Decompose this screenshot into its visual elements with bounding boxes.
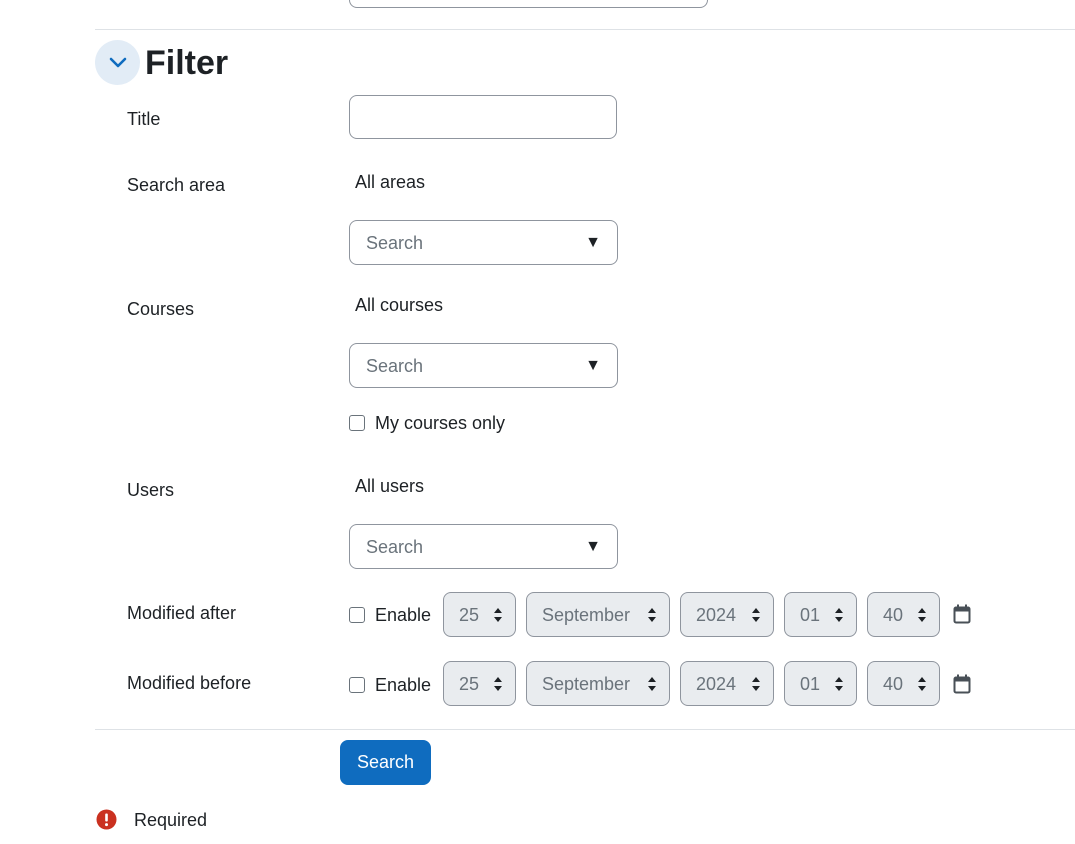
title-input[interactable] (349, 95, 617, 139)
modified-after-label: Modified after (127, 603, 237, 623)
users-label: Users (127, 480, 175, 500)
modified-before-day-select[interactable]: 25 (443, 661, 516, 706)
modified-after-month-select[interactable]: September (526, 592, 670, 637)
modified-before-month-select[interactable]: September (526, 661, 670, 706)
sort-caret-icon (752, 677, 760, 691)
modified-before-year-select[interactable]: 2024 (680, 661, 774, 706)
minute-value: 40 (883, 674, 904, 694)
divider (95, 729, 1075, 730)
courses-selection: All courses (355, 295, 444, 315)
sort-caret-icon (648, 608, 656, 622)
month-value: September (542, 605, 631, 625)
chevron-down-icon (109, 57, 126, 67)
users-select[interactable]: Search ▼ (349, 524, 618, 569)
title-label: Title (127, 109, 161, 129)
minute-value: 40 (883, 605, 904, 625)
my-courses-only-checkbox[interactable] (349, 415, 365, 431)
modified-after-year-select[interactable]: 2024 (680, 592, 774, 637)
users-placeholder: Search (366, 537, 424, 557)
modified-before-enable-label[interactable]: Enable (375, 674, 431, 696)
modified-after-enable-checkbox[interactable] (349, 607, 365, 623)
sort-caret-icon (494, 677, 502, 691)
dropdown-arrow-icon: ▼ (585, 234, 601, 251)
courses-placeholder: Search (366, 356, 424, 376)
year-value: 2024 (696, 674, 737, 694)
search-area-select[interactable]: Search ▼ (349, 220, 618, 265)
day-value: 25 (459, 674, 480, 694)
modified-after-day-select[interactable]: 25 (443, 592, 516, 637)
modified-before-enable-checkbox[interactable] (349, 677, 365, 693)
dropdown-arrow-icon: ▼ (585, 538, 601, 555)
required-label: Required (134, 810, 208, 830)
sort-caret-icon (835, 608, 843, 622)
sort-caret-icon (918, 677, 926, 691)
modified-before-minute-select[interactable]: 40 (867, 661, 940, 706)
modified-after-minute-select[interactable]: 40 (867, 592, 940, 637)
month-value: September (542, 674, 631, 694)
search-area-placeholder: Search (366, 233, 424, 253)
previous-field-input[interactable] (349, 0, 708, 8)
sort-caret-icon (918, 608, 926, 622)
sort-caret-icon (648, 677, 656, 691)
sort-caret-icon (494, 608, 502, 622)
sort-caret-icon (752, 608, 760, 622)
courses-select[interactable]: Search ▼ (349, 343, 618, 388)
divider (95, 29, 1075, 30)
hour-value: 01 (800, 605, 821, 625)
sort-caret-icon (835, 677, 843, 691)
modified-before-label: Modified before (127, 673, 252, 693)
year-value: 2024 (696, 605, 737, 625)
hour-value: 01 (800, 674, 821, 694)
calendar-icon[interactable] (953, 604, 971, 624)
modified-after-enable-label[interactable]: Enable (375, 604, 431, 626)
section-title: Filter (145, 44, 229, 82)
my-courses-only-label[interactable]: My courses only (375, 412, 505, 434)
users-selection: All users (355, 476, 425, 496)
search-button[interactable]: Search (340, 740, 431, 785)
courses-label: Courses (127, 299, 195, 319)
collapse-toggle-button[interactable] (95, 40, 140, 85)
calendar-icon[interactable] (953, 674, 971, 694)
search-area-selection: All areas (355, 172, 426, 192)
modified-before-hour-select[interactable]: 01 (784, 661, 857, 706)
required-exclamation-icon (96, 809, 117, 830)
dropdown-arrow-icon: ▼ (585, 357, 601, 374)
day-value: 25 (459, 605, 480, 625)
modified-after-hour-select[interactable]: 01 (784, 592, 857, 637)
search-area-label: Search area (127, 175, 226, 195)
